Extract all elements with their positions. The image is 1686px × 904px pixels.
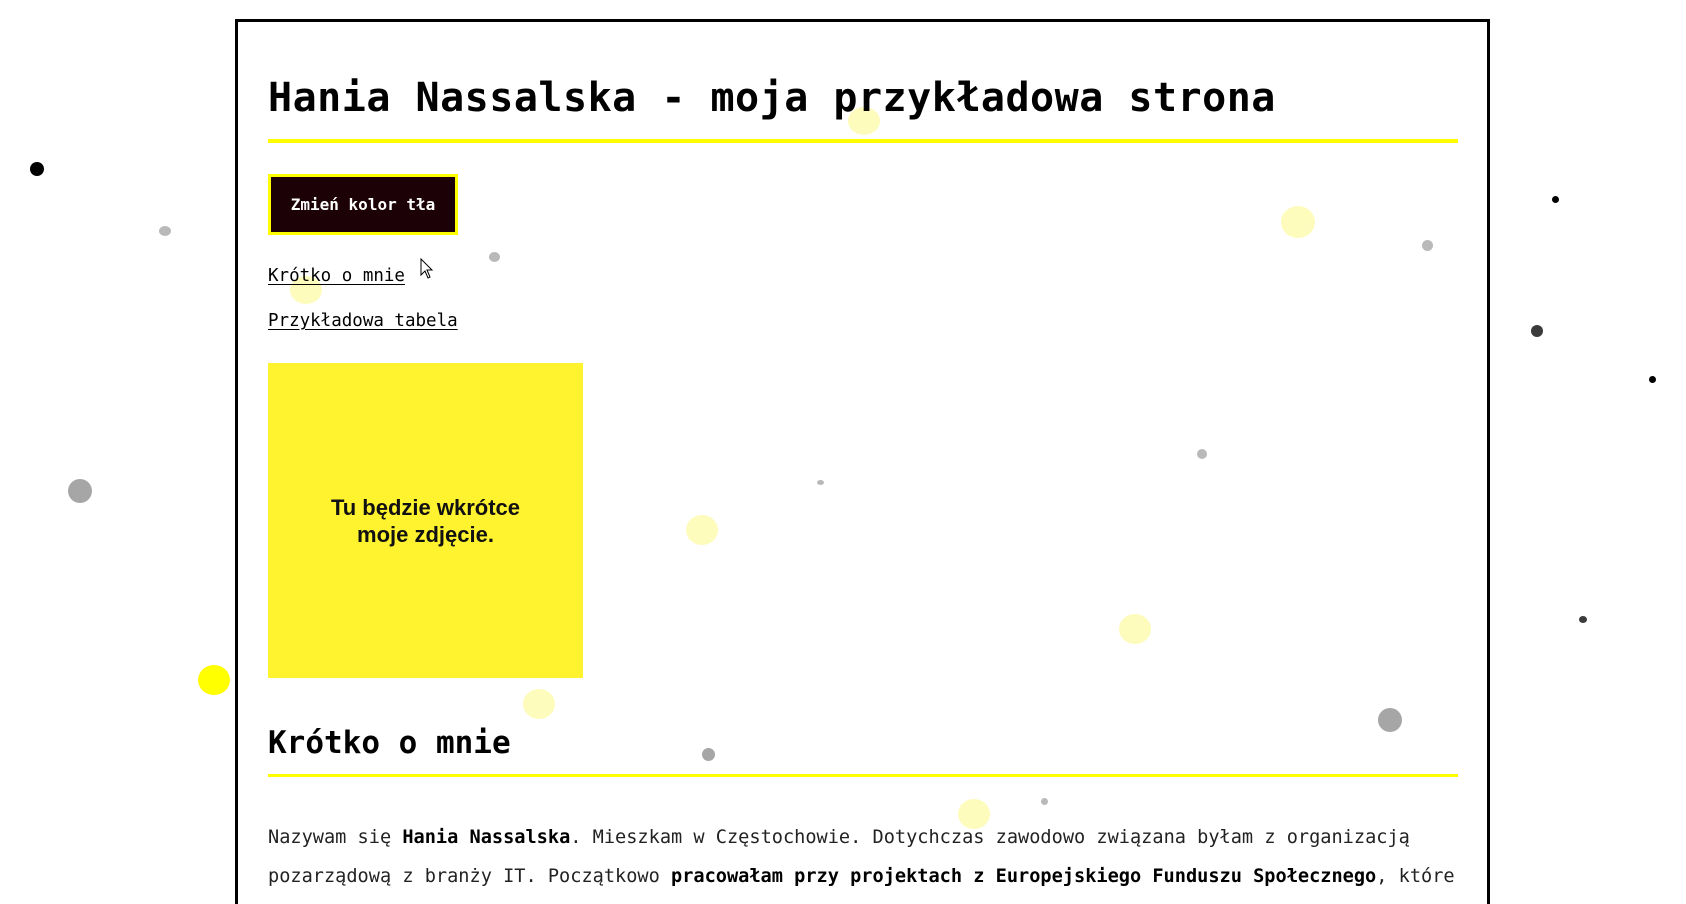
decor-dot xyxy=(30,162,44,176)
mouse-cursor-icon xyxy=(420,258,434,279)
decor-dot xyxy=(1531,325,1543,337)
photo-placeholder-line2: moje zdjęcie. xyxy=(357,521,494,547)
photo-placeholder-text: Tu będzie wkrótce moje zdjęcie. xyxy=(311,494,541,548)
decor-dot xyxy=(1552,196,1559,203)
about-name: Hania Nassalska xyxy=(402,827,571,848)
section-underline xyxy=(268,774,1458,777)
about-paragraph: Nazywam się Hania Nassalska. Mieszkam w … xyxy=(268,818,1458,904)
change-background-button[interactable]: Zmień kolor tła xyxy=(268,174,458,235)
decor-dot xyxy=(198,665,230,695)
photo-placeholder: Tu będzie wkrótce moje zdjęcie. xyxy=(268,363,583,678)
about-text: Nazywam się xyxy=(268,827,403,848)
decor-dot xyxy=(159,226,171,236)
page: Hania Nassalska - moja przykładowa stron… xyxy=(0,0,1686,904)
page-title: Hania Nassalska - moja przykładowa stron… xyxy=(268,75,1276,121)
nav-link-about[interactable]: Krótko o mnie xyxy=(268,266,405,286)
decor-dot xyxy=(68,479,92,503)
title-underline xyxy=(268,139,1458,143)
decor-dot xyxy=(1649,376,1656,383)
section-title-about: Krótko o mnie xyxy=(268,725,511,761)
nav-link-table[interactable]: Przykładowa tabela xyxy=(268,311,458,331)
about-emphasis: pracowałam przy projektach z Europejskie… xyxy=(671,866,1377,887)
decor-dot xyxy=(1579,616,1587,623)
photo-placeholder-line1: Tu będzie wkrótce xyxy=(330,494,521,520)
